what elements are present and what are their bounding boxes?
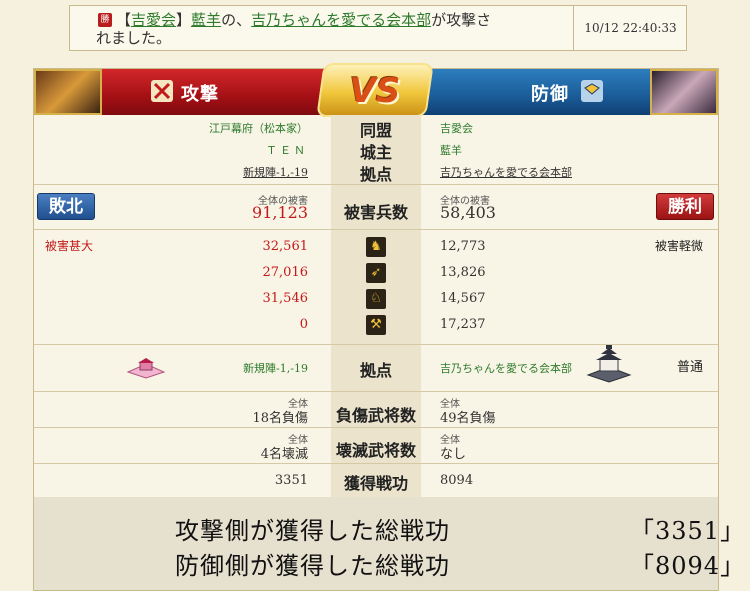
defense-total-line: 防御側が獲得した総戦功 「8094」 (175, 546, 744, 581)
casualties-label: 被害兵数 (343, 203, 408, 222)
siege-icon: ⚒ (366, 315, 386, 335)
attacker-alliance: 江戸幕府（松本家） (209, 122, 308, 135)
attacker-base-link[interactable]: 新規陣-1,-19 (243, 164, 308, 180)
attacker-lord: ＴＥＮ (266, 144, 308, 157)
attacker-severity: 被害甚大 (45, 239, 94, 253)
notice-message: 【吉愛会】藍羊の、吉乃ちゃんを愛でる会本部が攻撃さ れました。 (96, 11, 492, 47)
attacker-total-casualties: 91,123 (252, 203, 308, 222)
defender-base-link[interactable]: 吉乃ちゃんを愛でる会本部 (440, 164, 572, 180)
divider (34, 229, 718, 230)
defender-unit-loss: 14,567 (440, 291, 486, 306)
divider (34, 427, 718, 428)
attacker-unit-loss: 31,546 (262, 291, 309, 306)
base-label: 拠点 (359, 165, 392, 184)
battle-report-panel: 攻撃 防御 VS 江戸幕府（松本家） 同盟 吉愛会 ＴＥＮ 城主 藍羊 新規陣-… (33, 63, 744, 591)
defense-total-value: 「8094」 (630, 552, 746, 580)
defender-unit-loss: 12,773 (440, 239, 486, 254)
attack-title: 攻撃 (181, 84, 219, 105)
divider (34, 391, 718, 392)
attacker-unit-loss: 32,561 (262, 239, 309, 254)
target-base-link[interactable]: 吉乃ちゃんを愛でる会本部 (251, 11, 431, 29)
defender-lord: 藍羊 (440, 144, 462, 157)
destroyed-label: 壊滅武将数 (335, 441, 416, 460)
vs-text: VS (349, 71, 401, 111)
timestamp: 10/12 22:40:33 (584, 21, 677, 35)
attacker-unit-loss: 0 (299, 317, 308, 332)
merit-label: 獲得戦功 (343, 474, 408, 493)
attack-total-value: 「3351」 (630, 517, 746, 545)
attacker-merit: 3351 (274, 473, 308, 488)
defender-merit: 8094 (440, 473, 474, 488)
defender-base: 吉乃ちゃんを愛でる会本部 (440, 362, 572, 375)
alliance-label: 同盟 (359, 121, 392, 140)
defender-alliance: 吉愛会 (440, 122, 473, 135)
injured-defender: 49名負傷 (440, 411, 496, 426)
destroyed-attacker: 4名壊滅 (260, 447, 308, 462)
victory-badge: 勝利 (656, 193, 714, 220)
alliance-link[interactable]: 吉愛会 (131, 11, 176, 29)
spearman-icon: ♞ (366, 237, 386, 257)
defeat-badge: 敗北 (37, 193, 95, 220)
crossed-swords-icon (151, 80, 173, 102)
camp-icon (126, 358, 166, 379)
defense-title: 防御 (531, 84, 569, 105)
injured-attacker: 18名負傷 (252, 411, 308, 426)
castle-icon (586, 345, 632, 383)
defender-severity: 被害軽微 (655, 239, 704, 253)
player-link[interactable]: 藍羊 (191, 11, 221, 29)
divider (34, 463, 718, 464)
defender-portrait (650, 69, 718, 115)
defender-unit-loss: 17,237 (440, 317, 486, 332)
attacker-portrait (34, 69, 102, 115)
cavalry-icon: ♘ (366, 289, 386, 309)
defender-total-casualties: 58,403 (440, 203, 496, 222)
battle-notice: 勝 【吉愛会】藍羊の、吉乃ちゃんを愛でる会本部が攻撃さ れました。 10/12 2… (69, 5, 687, 51)
archer-icon: ➶ (366, 263, 386, 283)
destroyed-defender: なし (440, 447, 467, 462)
shield-icon (581, 80, 603, 102)
divider (34, 184, 718, 185)
defender-base-status: 普通 (677, 360, 704, 375)
total-merit-summary: 攻撃側が獲得した総戦功 「3351」 防御側が獲得した総戦功 「8094」 (34, 497, 744, 590)
base-row-label: 拠点 (359, 361, 392, 380)
injured-label: 負傷武将数 (335, 406, 416, 425)
defender-unit-loss: 13,826 (440, 265, 486, 280)
lord-label: 城主 (359, 143, 392, 162)
battle-banner: 攻撃 防御 VS (34, 63, 718, 117)
attack-total-line: 攻撃側が獲得した総戦功 「3351」 (175, 511, 744, 546)
attacker-unit-loss: 27,016 (262, 265, 309, 280)
attacker-base: 新規陣-1,-19 (243, 362, 308, 375)
